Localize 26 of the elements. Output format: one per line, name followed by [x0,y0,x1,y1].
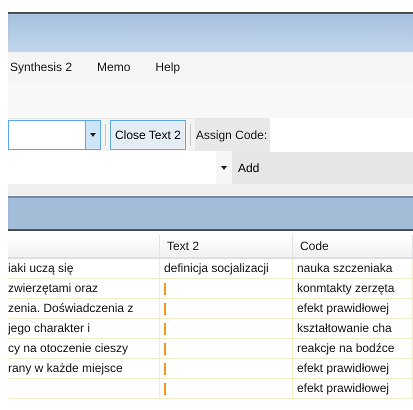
table-cell: zenia. Doświadczenia z [8,299,160,319]
add-button[interactable]: Add [232,151,266,184]
table-cell: kształtowanie cha [293,319,413,339]
assign-code-label: Assign Code: [194,119,270,151]
column-header[interactable]: Text 2 [160,235,293,259]
assign-code-field[interactable] [270,118,413,152]
table-cell: efekt prawidłowej [293,299,413,319]
table-cell: konmtakty zerzęta [293,279,413,299]
table-cell: nauka szczeniaka [293,259,413,279]
table-cell: iaki uczą się [8,259,160,279]
table-cell: cy na otoczenie cieszy [8,339,160,359]
column-header[interactable] [8,235,160,259]
table-cell: definicja socjalizacji [160,259,293,279]
close-text-button[interactable]: Close Text 2 [110,120,186,150]
menu-item[interactable]: Synthesis 2 [10,58,72,76]
table-cell: efekt prawidłowej [293,359,413,379]
column-header[interactable]: Code [293,235,413,259]
menu-item[interactable]: Help [155,58,180,76]
menu-item[interactable]: Memo [97,58,130,76]
dropdown-button[interactable] [216,151,232,184]
dropdown-button[interactable] [85,121,100,149]
table-cell: rany w każde miejsce [8,359,160,379]
table-cell: zwierzętami oraz [8,279,160,299]
table-cell: reakcje na bodźce [293,339,413,359]
table-cell: jego charakter i [8,319,160,339]
table-cell: efekt prawidłowej [293,379,413,399]
